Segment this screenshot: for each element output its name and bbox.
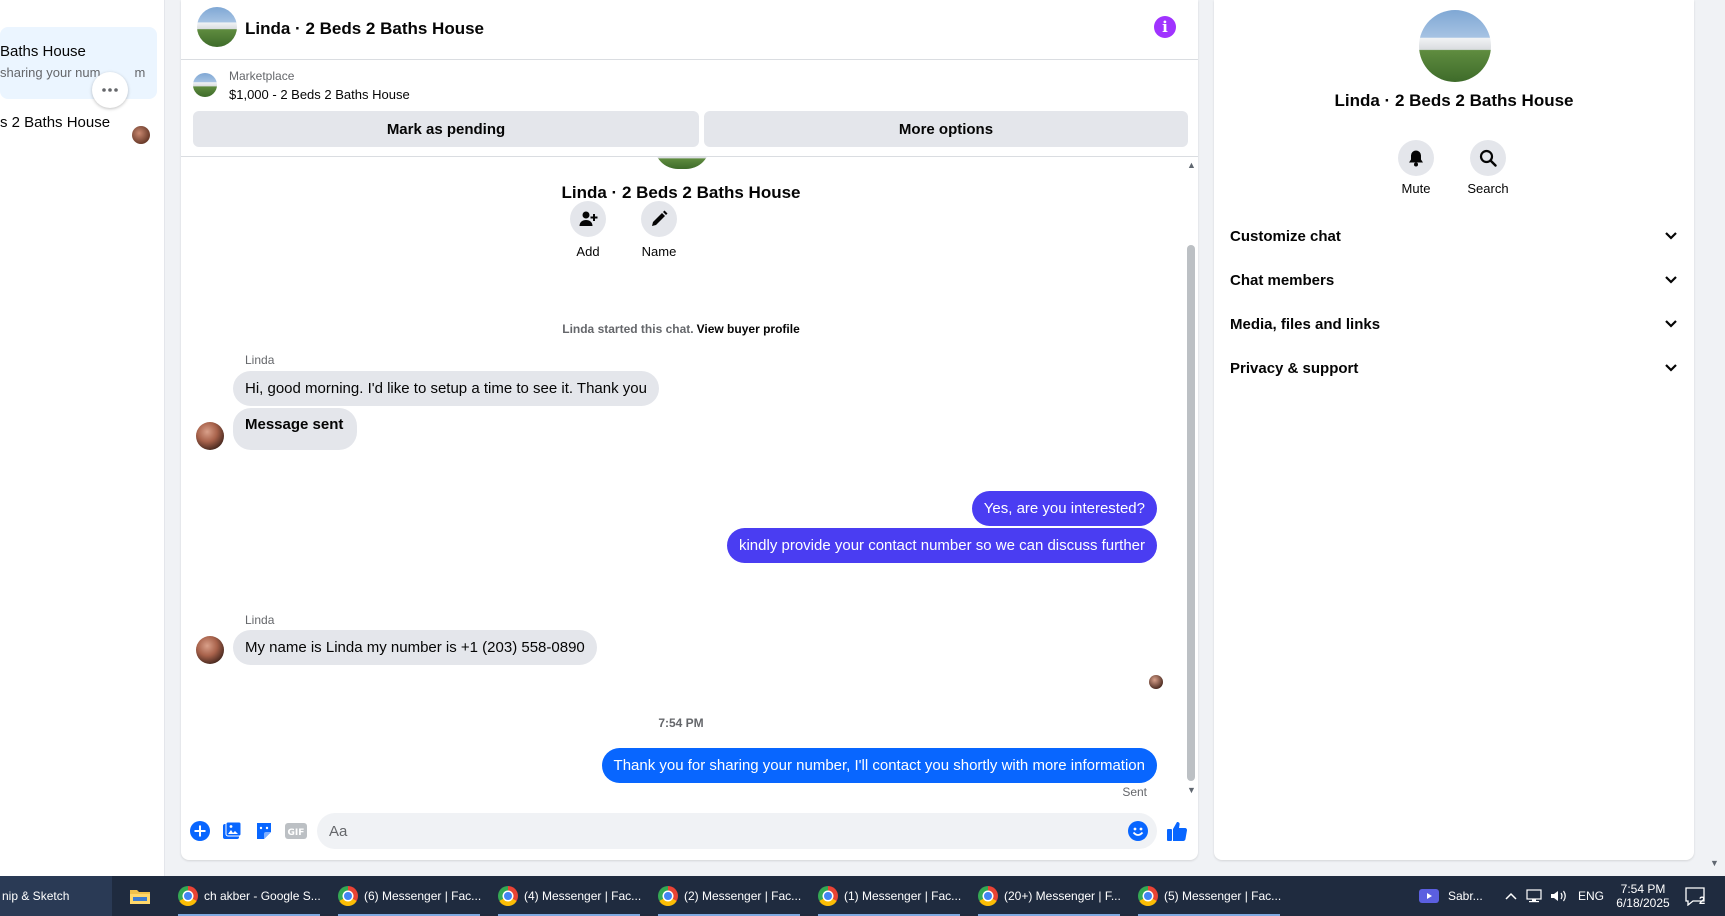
taskbar-item-messenger[interactable]: (6) Messenger | Fac... <box>334 876 484 916</box>
chat-info-title: Linda · 2 Beds 2 Baths House <box>1334 91 1574 110</box>
conversation-title: Baths House <box>0 43 86 60</box>
search-label: Search <box>1467 181 1509 196</box>
delivery-status: Sent <box>1122 785 1147 799</box>
chrome-icon <box>1138 886 1158 906</box>
mute-label: Mute <box>1401 181 1431 196</box>
name-label: Name <box>641 244 677 259</box>
chevron-down-icon <box>1665 232 1677 240</box>
scrollbar[interactable]: ▲ ▼ <box>1184 157 1198 797</box>
more-options-button[interactable]: More options <box>704 111 1188 147</box>
thumbs-up-icon[interactable] <box>1166 820 1188 842</box>
marketplace-label: Marketplace <box>229 69 295 83</box>
pencil-icon <box>652 210 668 226</box>
section-customize-chat[interactable]: Customize chat <box>1230 218 1678 254</box>
photo-icon[interactable] <box>221 820 243 842</box>
message-list: Linda · 2 Beds 2 Baths House Add Name Li… <box>181 145 1181 799</box>
chrome-icon <box>498 886 518 906</box>
outgoing-message[interactable]: Yes, are you interested? <box>971 491 1157 526</box>
chat-avatar[interactable] <box>197 7 237 47</box>
taskbar-item-messenger[interactable]: (20+) Messenger | F... <box>974 876 1124 916</box>
taskbar-item-messenger[interactable]: (2) Messenger | Fac... <box>654 876 804 916</box>
notification-center-button[interactable]: 2 <box>1684 876 1708 916</box>
section-privacy-support[interactable]: Privacy & support <box>1230 350 1678 386</box>
notification-count: 2 <box>1699 895 1706 907</box>
emoji-icon[interactable] <box>1127 820 1149 842</box>
section-chat-members[interactable]: Chat members <box>1230 262 1678 298</box>
chrome-icon <box>978 886 998 906</box>
marketplace-bar: Marketplace $1,000 - 2 Beds 2 Baths Hous… <box>181 61 1198 157</box>
incoming-message[interactable]: Message sent <box>233 408 358 450</box>
seen-indicator-avatar <box>1149 675 1163 689</box>
chat-title[interactable]: Linda · 2 Beds 2 Baths House <box>245 19 484 39</box>
taskbar-item-messenger[interactable]: (4) Messenger | Fac... <box>494 876 644 916</box>
add-label: Add <box>576 244 600 259</box>
taskbar-item-messenger[interactable]: (5) Messenger | Fac... <box>1134 876 1284 916</box>
message-input[interactable] <box>317 813 1157 849</box>
search-button[interactable] <box>1470 140 1506 176</box>
chrome-icon <box>658 886 678 906</box>
chat-info-panel: Linda · 2 Beds 2 Baths House Mute Search… <box>1214 0 1694 860</box>
language-indicator[interactable]: ENG <box>1578 876 1604 916</box>
chevron-up-icon[interactable] <box>1504 876 1518 916</box>
mark-as-pending-button[interactable]: Mark as pending <box>193 111 699 147</box>
incoming-message[interactable]: My name is Linda my number is +1 (203) 5… <box>233 630 597 665</box>
gif-icon[interactable]: GIF <box>285 820 307 842</box>
bell-icon <box>1409 150 1423 167</box>
chat-header: Linda · 2 Beds 2 Baths House i <box>181 0 1198 60</box>
chevron-down-icon <box>1665 276 1677 284</box>
taskbar-item-snip-sketch[interactable]: nip & Sketch <box>0 876 112 916</box>
sticker-icon[interactable] <box>253 820 275 842</box>
taskbar-item-chrome[interactable]: ch akber - Google S... <box>174 876 324 916</box>
incoming-message[interactable]: Hi, good morning. I'd like to setup a ti… <box>233 371 659 406</box>
more-dots-icon <box>102 88 118 92</box>
avatar[interactable] <box>196 636 224 664</box>
view-buyer-profile-link[interactable]: View buyer profile <box>697 322 800 336</box>
plus-icon[interactable] <box>189 820 211 842</box>
edit-name-button[interactable] <box>641 201 677 237</box>
timestamp-separator: 7:54 PM <box>658 716 704 730</box>
chevron-down-icon <box>1665 320 1677 328</box>
system-tray-app[interactable]: Sabr... <box>1418 876 1483 916</box>
avatar <box>132 126 150 144</box>
svg-text:GIF: GIF <box>288 828 305 838</box>
chrome-icon <box>338 886 358 906</box>
volume-icon[interactable] <box>1550 876 1568 916</box>
listing-thumbnail[interactable] <box>193 73 217 97</box>
chat-started-note: Linda started this chat. View buyer profi… <box>562 322 800 336</box>
clock[interactable]: 7:54 PM 6/18/2025 <box>1612 876 1674 916</box>
search-icon <box>1479 149 1497 167</box>
video-camera-icon <box>1419 889 1439 903</box>
add-people-button[interactable] <box>570 201 606 237</box>
scroll-thumb[interactable] <box>1187 245 1195 781</box>
scroll-up-arrow-icon[interactable]: ▲ <box>1187 160 1196 170</box>
chrome-icon <box>178 886 198 906</box>
section-media-files-links[interactable]: Media, files and links <box>1230 306 1678 342</box>
taskbar: nip & Sketch ch akber - Google S... (6) … <box>0 876 1725 916</box>
conversation-options-button[interactable] <box>92 72 128 108</box>
sender-name: Linda <box>245 613 275 627</box>
network-icon[interactable] <box>1526 876 1542 916</box>
file-explorer-icon[interactable] <box>124 876 156 916</box>
mute-button[interactable] <box>1398 140 1434 176</box>
chevron-down-icon <box>1665 364 1677 372</box>
conversation-item[interactable]: s 2 Baths House <box>0 114 110 131</box>
avatar[interactable] <box>196 422 224 450</box>
info-icon[interactable]: i <box>1154 16 1176 38</box>
conversation-list: Baths House sharing your num m s 2 Baths … <box>0 0 165 876</box>
page-scroll-down-arrow-icon[interactable]: ▼ <box>1710 858 1719 868</box>
chat-profile-picture[interactable] <box>1419 10 1491 82</box>
add-person-icon <box>579 211 598 226</box>
sender-name: Linda <box>245 353 275 367</box>
taskbar-item-messenger[interactable]: (1) Messenger | Fac... <box>814 876 964 916</box>
chat-panel: Linda · 2 Beds 2 Baths House i Marketpla… <box>181 0 1198 860</box>
outgoing-message[interactable]: kindly provide your contact number so we… <box>726 528 1157 563</box>
scroll-down-arrow-icon[interactable]: ▼ <box>1187 785 1196 795</box>
message-composer: GIF <box>181 810 1198 854</box>
conversation-item-active[interactable]: Baths House sharing your num m <box>0 27 157 108</box>
chrome-icon <box>818 886 838 906</box>
outgoing-message[interactable]: Thank you for sharing your number, I'll … <box>601 748 1157 783</box>
profile-title: Linda · 2 Beds 2 Baths House <box>561 183 801 202</box>
listing-title[interactable]: $1,000 - 2 Beds 2 Baths House <box>229 87 410 102</box>
